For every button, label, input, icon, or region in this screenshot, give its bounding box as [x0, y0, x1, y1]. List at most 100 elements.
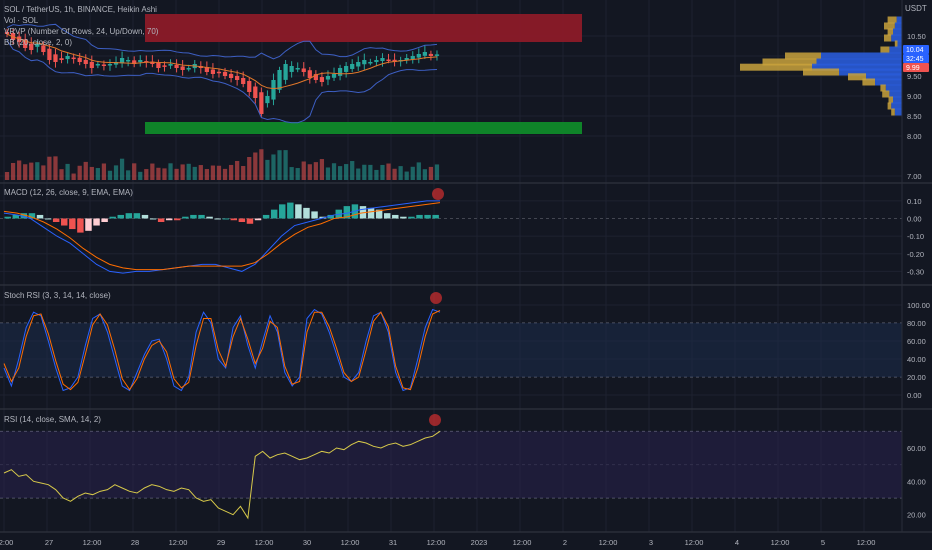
vrvp-down-bar	[803, 68, 839, 76]
candle-body[interactable]	[362, 60, 367, 65]
candle-body[interactable]	[83, 59, 88, 64]
price-axis-tick: 9.00	[907, 92, 922, 101]
candle-body[interactable]	[53, 54, 58, 62]
indicator-vrvp[interactable]: VRVP (Number Of Rows, 24, Up/Down, 70)	[4, 26, 158, 37]
candle-body[interactable]	[386, 59, 391, 62]
x-axis-tick: 2	[563, 538, 567, 547]
candle-body[interactable]	[77, 57, 82, 62]
candle-body[interactable]	[295, 68, 300, 70]
candle-body[interactable]	[380, 58, 385, 62]
candle-body[interactable]	[71, 57, 76, 60]
volume-bar	[107, 170, 113, 180]
candle-body[interactable]	[162, 65, 167, 67]
macd-histogram-bar	[383, 213, 391, 219]
macd-axis-tick: -0.30	[907, 267, 924, 276]
candle-body[interactable]	[247, 80, 252, 92]
rsi-title[interactable]: RSI (14, close, SMA, 14, 2)	[4, 414, 101, 425]
demand-zone[interactable]	[145, 122, 582, 134]
candle-body[interactable]	[337, 68, 343, 76]
stoch-title[interactable]: Stoch RSI (3, 3, 14, 14, close)	[4, 290, 111, 301]
candle-body[interactable]	[210, 69, 216, 74]
candle-body[interactable]	[101, 64, 107, 66]
stoch-axis-tick: 40.00	[907, 355, 926, 364]
candle-body[interactable]	[222, 71, 228, 76]
candle-body[interactable]	[253, 86, 258, 98]
volume-bar	[301, 161, 306, 180]
stoch-axis-tick: 100.00	[907, 301, 930, 310]
volume-bar	[29, 162, 34, 180]
candle-body[interactable]	[374, 60, 379, 63]
candle-body[interactable]	[356, 62, 361, 67]
rsi-axis-tick: 20.00	[907, 511, 926, 520]
vrvp-up-bar	[889, 90, 902, 98]
candle-body[interactable]	[422, 52, 427, 56]
candle-body[interactable]	[95, 64, 100, 66]
volume-bar	[368, 164, 373, 180]
currency-label: USDT	[905, 4, 927, 13]
candle-body[interactable]	[319, 77, 325, 82]
candle-body[interactable]	[428, 53, 434, 56]
macd-histogram-bar	[400, 216, 407, 219]
candle-body[interactable]	[180, 66, 185, 70]
volume-bar	[174, 168, 179, 180]
indicator-bb[interactable]: BB (20, close, 2, 0)	[4, 37, 158, 48]
candle-body[interactable]	[301, 68, 306, 72]
macd-title[interactable]: MACD (12, 26, close, 9, EMA, EMA)	[4, 187, 133, 198]
candle-body[interactable]	[235, 75, 240, 80]
vrvp-down-bar	[888, 96, 893, 104]
vrvp-down-bar	[882, 90, 890, 98]
volume-bar	[271, 154, 276, 180]
candle-body[interactable]	[283, 64, 288, 80]
volume-bar	[101, 163, 107, 180]
candle-body[interactable]	[216, 71, 222, 74]
candle-body[interactable]	[47, 48, 52, 60]
macd-histogram-bar	[416, 214, 423, 219]
candle-body[interactable]	[65, 56, 70, 60]
candle-body[interactable]	[259, 92, 264, 114]
vrvp-up-bar	[889, 46, 902, 54]
candle-body[interactable]	[307, 70, 312, 78]
volume-bar	[95, 168, 100, 180]
candle-body[interactable]	[156, 62, 161, 68]
candle-body[interactable]	[89, 61, 94, 68]
x-axis-tick: 12:00	[685, 538, 704, 547]
x-axis-tick: 5	[821, 538, 825, 547]
candle-body[interactable]	[138, 60, 143, 63]
volume-bar	[235, 160, 240, 180]
symbol-title[interactable]: SOL / TetherUS, 1h, BINANCE, Heikin Ashi	[4, 4, 158, 15]
candle-body[interactable]	[186, 68, 191, 70]
candle-body[interactable]	[434, 54, 440, 56]
candle-body[interactable]	[168, 64, 173, 66]
candle-body[interactable]	[59, 58, 64, 60]
x-axis-tick: 2023	[471, 538, 488, 547]
candle-body[interactable]	[368, 62, 373, 64]
volume-bar	[404, 171, 409, 180]
volume-bar	[119, 158, 125, 180]
candle-body[interactable]	[344, 66, 349, 72]
candle-body[interactable]	[107, 64, 113, 66]
candle-body[interactable]	[416, 54, 421, 58]
candle-body[interactable]	[265, 96, 270, 104]
candle-body[interactable]	[331, 74, 337, 78]
candle-body[interactable]	[126, 60, 131, 62]
macd-histogram-bar	[101, 218, 108, 222]
volume-bar	[350, 161, 355, 180]
candle-body[interactable]	[277, 70, 282, 90]
candle-body[interactable]	[350, 64, 355, 69]
candle-body[interactable]	[241, 77, 246, 84]
trading-chart[interactable]: 2:00 27 12:00 28 12:00 29 12:00 30 12:00 31 12:00 2…	[0, 0, 932, 550]
volume-bar	[4, 172, 10, 180]
macd-histogram-bar	[4, 216, 11, 219]
indicator-vol[interactable]: Vol · SOL	[4, 15, 158, 26]
candle-body[interactable]	[325, 76, 331, 80]
macd-histogram-bar	[279, 204, 286, 219]
candle-body[interactable]	[228, 73, 234, 78]
supply-zone[interactable]	[145, 14, 582, 42]
price-badge-text: 9.99	[906, 65, 920, 72]
volume-bar	[162, 168, 167, 180]
candle-body[interactable]	[289, 66, 294, 72]
candle-body[interactable]	[271, 80, 276, 100]
candle-body[interactable]	[410, 56, 415, 60]
volume-bar	[422, 169, 427, 180]
candle-body[interactable]	[174, 64, 179, 68]
